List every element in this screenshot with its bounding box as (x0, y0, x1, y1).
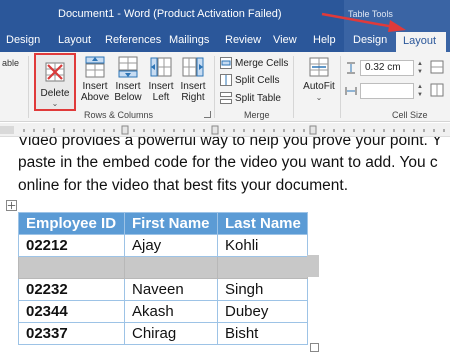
horizontal-ruler[interactable] (0, 123, 450, 137)
document-body[interactable]: Video provides a powerful way to help yo… (0, 137, 450, 360)
table-cell[interactable]: Chirag (124, 322, 218, 345)
table-cell[interactable]: 02337 (18, 322, 125, 345)
table-cell[interactable]: Bisht (217, 322, 308, 345)
split-cells-icon (220, 74, 232, 86)
table-cell[interactable]: Ajay (124, 234, 218, 257)
annotation-arrow-icon (321, 12, 406, 32)
tab-table-layout[interactable]: Layout (396, 32, 446, 52)
split-table-label: Split Table (235, 92, 281, 104)
tab-design[interactable]: Design (6, 34, 40, 46)
insert-right-button[interactable]: Insert Right (176, 54, 210, 108)
table-cell[interactable]: 02212 (18, 234, 125, 257)
table-cell[interactable]: 02344 (18, 300, 125, 323)
autofit-button[interactable]: AutoFit ⌄ (300, 54, 338, 108)
insert-below-icon (118, 56, 138, 78)
merge-cells-icon (220, 57, 232, 69)
insert-above-button[interactable]: Insert Above (78, 54, 112, 108)
tab-view[interactable]: View (273, 34, 297, 46)
distribute-rows-icon[interactable] (430, 60, 444, 74)
row-height-icon (347, 62, 355, 74)
rows-columns-launcher-icon[interactable] (204, 111, 211, 118)
row-selection-extension (307, 255, 319, 277)
insert-below-label-1: Insert (115, 81, 141, 92)
table-row: 02212 Ajay Kohli (18, 234, 308, 257)
insert-right-label-2: Right (181, 92, 205, 103)
table-group-label-cut: able (2, 58, 20, 68)
header-last-name[interactable]: Last Name (217, 212, 308, 235)
table-cell[interactable] (217, 256, 308, 279)
table-row-selected (18, 256, 308, 279)
tab-review[interactable]: Review (225, 34, 261, 46)
body-text-line-1: Video provides a powerful way to help yo… (18, 137, 443, 149)
insert-above-icon (85, 56, 105, 78)
tab-table-design[interactable]: Design (353, 34, 387, 46)
group-separator (293, 56, 294, 118)
tab-layout[interactable]: Layout (58, 34, 91, 46)
tab-help[interactable]: Help (313, 34, 336, 46)
delete-table-icon (45, 62, 65, 82)
row-height-input[interactable]: 0.32 cm (360, 60, 414, 76)
split-table-icon (220, 92, 232, 104)
table-cell[interactable] (124, 256, 218, 279)
insert-right-label-1: Insert (180, 81, 206, 92)
merge-cells-label: Merge Cells (235, 57, 289, 69)
split-cells-button[interactable]: Split Cells (220, 72, 279, 88)
group-separator (28, 56, 29, 118)
table-cell[interactable]: Kohli (217, 234, 308, 257)
window-title: Document1 - Word (Product Activation Fai… (58, 8, 282, 20)
group-separator (214, 56, 215, 118)
table-row: 02232 Naveen Singh (18, 278, 308, 301)
autofit-label: AutoFit (303, 81, 335, 92)
table-row: 02337 Chirag Bisht (18, 322, 308, 345)
table-cell[interactable]: Akash (124, 300, 218, 323)
insert-above-label-2: Above (80, 92, 110, 103)
body-text-line-2: paste in the embed code for the video yo… (18, 154, 438, 171)
distribute-columns-icon[interactable] (430, 83, 444, 97)
insert-left-label-2: Left (152, 92, 170, 103)
autofit-dropdown-icon: ⌄ (315, 93, 323, 102)
insert-below-button[interactable]: Insert Below (111, 54, 145, 108)
tab-references[interactable]: References (105, 34, 161, 46)
merge-group-label: Merge (244, 110, 270, 120)
table-header-row: Employee ID First Name Last Name (18, 212, 308, 235)
insert-left-label-1: Insert (148, 81, 174, 92)
insert-above-label-1: Insert (82, 81, 108, 92)
table-cell[interactable]: Naveen (124, 278, 218, 301)
word-window: Document1 - Word (Product Activation Fai… (0, 0, 450, 360)
insert-left-icon (150, 57, 172, 77)
header-first-name[interactable]: First Name (124, 212, 218, 235)
column-width-input[interactable] (360, 83, 414, 99)
split-cells-label: Split Cells (235, 74, 280, 86)
rows-columns-group-label: Rows & Columns (84, 110, 154, 120)
insert-below-label-2: Below (114, 92, 142, 103)
autofit-icon (309, 57, 329, 77)
delete-button[interactable]: Delete ⌄ (34, 53, 76, 111)
split-table-button[interactable]: Split Table (220, 90, 281, 106)
column-width-icon (345, 87, 357, 95)
insert-left-button[interactable]: Insert Left (144, 54, 178, 108)
header-employee-id[interactable]: Employee ID (18, 212, 125, 235)
table-cell[interactable]: Dubey (217, 300, 308, 323)
table-move-handle-icon[interactable] (6, 200, 17, 211)
delete-label: Delete (40, 88, 70, 99)
employee-table[interactable]: Employee ID First Name Last Name 02212 A… (18, 212, 308, 345)
row-height-spinner[interactable]: ▲ ▼ (414, 60, 426, 76)
delete-dropdown-icon: ⌄ (51, 99, 59, 108)
table-cell[interactable] (18, 256, 125, 279)
table-cell[interactable]: Singh (217, 278, 308, 301)
table-cell[interactable]: 02232 (18, 278, 125, 301)
insert-right-icon (182, 57, 204, 77)
ribbon-panel: able Delete ⌄ Insert Above Insert Below … (0, 52, 450, 122)
merge-cells-button[interactable]: Merge Cells (220, 55, 288, 71)
tab-mailings[interactable]: Mailings (169, 34, 209, 46)
group-separator (340, 56, 341, 118)
table-row: 02344 Akash Dubey (18, 300, 308, 323)
body-text-line-3: online for the video that best fits your… (18, 177, 348, 194)
table-resize-handle[interactable] (310, 343, 319, 352)
ruler-ticks (0, 125, 445, 135)
column-width-spinner[interactable]: ▲ ▼ (414, 83, 426, 99)
cell-size-group-label: Cell Size (392, 110, 428, 120)
